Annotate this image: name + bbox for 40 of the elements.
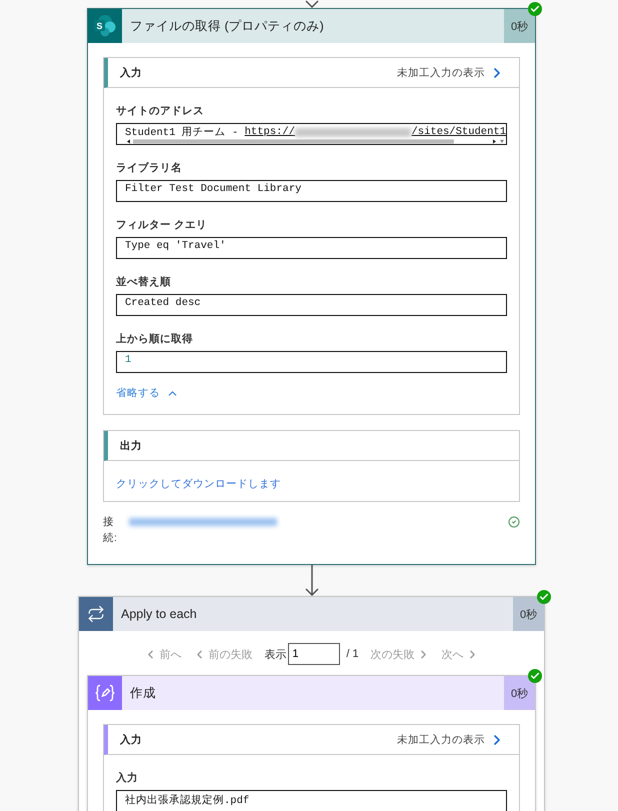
show-raw-inputs-link[interactable]: 未加工入力の表示 bbox=[397, 732, 505, 748]
page-number-field[interactable]: 1 bbox=[288, 643, 340, 665]
field-label: フィルター クエリ bbox=[116, 218, 208, 232]
url-link[interactable]: /sites/Student1 bbox=[411, 126, 506, 138]
field-label: ライブラリ名 bbox=[116, 161, 183, 175]
input-field[interactable]: Type eq 'Travel' bbox=[116, 237, 507, 259]
show-raw-inputs-link[interactable]: 未加工入力の表示 bbox=[397, 64, 505, 80]
field-label: 入力 bbox=[116, 771, 139, 785]
step-header[interactable]: 作成 0秒 bbox=[88, 676, 535, 710]
section-title: 入力 bbox=[120, 66, 142, 80]
field-text: Type eq 'Travel' bbox=[125, 240, 226, 252]
download-link[interactable]: クリックしてダウンロードします bbox=[116, 477, 507, 491]
url-link[interactable]: https:// bbox=[244, 126, 296, 138]
input-field[interactable]: Filter Test Document Library bbox=[116, 180, 507, 202]
input-field[interactable]: 1 bbox=[116, 351, 507, 373]
step-header[interactable]: Apply to each 0秒 bbox=[79, 597, 544, 631]
section-title: 入力 bbox=[120, 732, 142, 746]
input-field[interactable]: Student1 用チーム - https:// /sites/Student1 bbox=[116, 123, 507, 145]
input-field[interactable]: 社内出張承認規定例.pdf bbox=[116, 790, 507, 811]
field-label: 上から順に取得 bbox=[116, 332, 194, 346]
field-text: Student1 用チーム - bbox=[125, 126, 240, 139]
step-title: ファイルの取得 (プロパティのみ) bbox=[129, 18, 325, 35]
step-duration: 0秒 bbox=[513, 597, 544, 631]
page-total: / 1 bbox=[346, 648, 359, 660]
step-duration: 0秒 bbox=[504, 9, 535, 43]
field-text: Filter Test Document Library bbox=[125, 183, 302, 195]
step-duration: 0秒 bbox=[504, 676, 535, 710]
input-field[interactable]: Created desc bbox=[116, 294, 507, 316]
field-number: 1 bbox=[125, 354, 132, 366]
field-label: 並べ替え順 bbox=[116, 275, 172, 289]
field-text: 社内出張承認規定例.pdf bbox=[125, 793, 250, 807]
collapse-link[interactable]: 省略する bbox=[116, 386, 179, 400]
field-text: Created desc bbox=[125, 297, 201, 309]
step-title: Apply to each bbox=[120, 606, 198, 623]
step-header[interactable]: S ファイルの取得 (プロパティのみ) 0秒 bbox=[88, 9, 535, 43]
section-title: 出力 bbox=[120, 438, 142, 452]
step-title: 作成 bbox=[129, 684, 157, 702]
pager-label: 表示 bbox=[264, 648, 286, 662]
connection-label: 接続: bbox=[103, 515, 115, 546]
field-label: サイトのアドレス bbox=[116, 104, 205, 118]
